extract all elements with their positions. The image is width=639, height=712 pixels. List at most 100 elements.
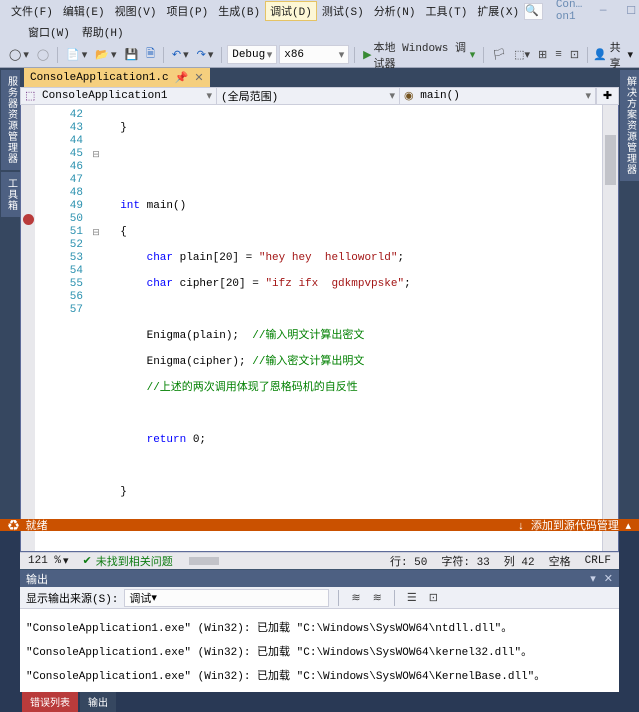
output-toolbar: 显示输出来源(S): 调试▾ ≋ ≋ ☰ ⊡ — [20, 587, 619, 609]
menu-analyze[interactable]: 分析(N) — [369, 1, 421, 21]
chevron-down-icon: ▾ — [339, 48, 345, 62]
line-indicator: 行: 50 — [390, 553, 427, 569]
nav-bar: ⬚ ConsoleApplication1▾ (全局范围)▾ ◉ main()▾… — [20, 87, 619, 105]
menu-window[interactable]: 窗口(W) — [22, 22, 76, 42]
output-source-select[interactable]: 调试▾ — [124, 589, 329, 607]
chevron-down-icon: ▾ — [389, 89, 395, 103]
tb-icon-4[interactable]: ≡ — [552, 47, 565, 63]
nav-scope-label: (全局范围) — [221, 88, 278, 104]
out-goto-button[interactable]: ⊡ — [426, 589, 441, 607]
output-source-label: 显示输出来源(S): — [26, 590, 118, 606]
menubar-row2: 窗口(W) 帮助(H) — [0, 22, 639, 42]
nav-project-label: ConsoleApplication1 — [42, 90, 167, 102]
config-select[interactable]: Debug▾ — [227, 45, 277, 64]
col-indicator: 字符: 33 — [441, 553, 489, 569]
config-value: Debug — [232, 49, 265, 61]
pin-icon[interactable]: 📌 — [175, 71, 189, 85]
out-clear-button[interactable]: ≋ — [348, 589, 363, 607]
file-tab[interactable]: ConsoleApplication1.c 📌 ✕ — [24, 68, 210, 87]
out-wrap-button[interactable]: ☰ — [404, 589, 420, 607]
menubar: 文件(F) 编辑(E) 视图(V) 项目(P) 生成(B) 调试(D) 测试(S… — [0, 0, 639, 22]
breakpoint-margin[interactable] — [21, 105, 35, 551]
output-tab[interactable]: 输出 — [80, 692, 116, 712]
search-box[interactable]: 🔍 — [524, 3, 543, 20]
platform-select[interactable]: x86 ▾ — [279, 45, 349, 64]
save-all-button[interactable]: 🗎 — [143, 43, 158, 66]
toolbox-tab[interactable]: 工具箱 — [1, 172, 20, 217]
chevron-down-icon: ▾ — [267, 48, 273, 62]
platform-value: x86 — [284, 49, 304, 61]
output-title-label: 输出 — [26, 571, 48, 587]
spaces-indicator[interactable]: 空格 — [549, 553, 571, 569]
menu-project[interactable]: 项目(P) — [161, 1, 213, 21]
menu-file[interactable]: 文件(F) — [6, 1, 58, 21]
panel-dropdown-icon[interactable]: ▾ — [590, 572, 596, 586]
menu-debug[interactable]: 调试(D) — [265, 1, 317, 21]
panel-close-icon[interactable]: ✕ — [604, 572, 613, 586]
error-list-tab[interactable]: 错误列表 — [22, 692, 78, 712]
zoom-control[interactable]: 121 % ▾ — [28, 554, 69, 568]
bottom-tabs: 错误列表 输出 — [20, 692, 619, 712]
output-source-value: 调试 — [129, 590, 151, 606]
nav-project[interactable]: ⬚ ConsoleApplication1▾ — [21, 88, 217, 104]
menu-edit[interactable]: 编辑(E) — [58, 1, 110, 21]
scroll-thumb[interactable] — [605, 135, 616, 185]
run-label: 本地 Windows 调试器 — [374, 39, 468, 71]
horizontal-scrollbar[interactable] — [189, 557, 219, 565]
new-project-button[interactable]: 📄▾ — [63, 46, 90, 64]
nav-back-button[interactable]: ◯▾ — [6, 46, 32, 64]
tb-icon-2[interactable]: ⬚▾ — [511, 46, 533, 64]
out-toggle-button[interactable]: ≋ — [370, 589, 385, 607]
quick-launch[interactable]: Con…on1 — [549, 0, 589, 26]
editor-statusbar: 121 % ▾ ✔ 未找到相关问题 行: 50 字符: 33 列 42 空格 C… — [20, 552, 619, 569]
chevron-down-icon: ▾ — [585, 89, 591, 103]
open-button[interactable]: 📂▾ — [92, 46, 119, 64]
nav-fwd-button[interactable]: ◯ — [34, 46, 52, 64]
nav-add-button[interactable]: ✚ — [596, 88, 618, 104]
nav-func[interactable]: ◉ main()▾ — [400, 88, 596, 104]
tb-icon-5[interactable]: ⊡ — [567, 46, 582, 64]
save-button[interactable]: 💾 — [121, 46, 141, 64]
nav-scope[interactable]: (全局范围) ▾ — [217, 88, 400, 104]
file-tab-label: ConsoleApplication1.c — [30, 72, 169, 84]
menu-extensions[interactable]: 扩展(X) — [472, 1, 524, 21]
fold-margin[interactable]: ⊟⊟ — [89, 105, 103, 551]
left-tool-strip: 服务器资源管理器 工具箱 — [0, 68, 20, 519]
menu-tools[interactable]: 工具(T) — [421, 1, 473, 21]
tb-icon-1[interactable]: 🏳 — [489, 46, 509, 64]
nav-func-label: main() — [420, 90, 460, 102]
main-toolbar: ◯▾ ◯ 📄▾ 📂▾ 💾 🗎 ↶▾ ↷▾ Debug▾ x86▾ ▶ 本地 Wi… — [0, 42, 639, 68]
search-icon: 🔍 — [525, 4, 539, 18]
right-tool-strip: 解决方案资源管理器 — [619, 68, 639, 519]
issues-indicator[interactable]: ✔ 未找到相关问题 — [83, 553, 173, 569]
window-buttons: — ☐ ✕ — [589, 2, 639, 20]
crlf-indicator[interactable]: CRLF — [585, 555, 611, 567]
output-text[interactable]: "ConsoleApplication1.exe" (Win32): 已加载 "… — [20, 609, 619, 692]
tab-close-icon[interactable]: ✕ — [194, 71, 203, 85]
menu-build[interactable]: 生成(B) — [213, 1, 265, 21]
vertical-scrollbar[interactable] — [602, 105, 618, 551]
output-panel: 输出 ▾✕ 显示输出来源(S): 调试▾ ≋ ≋ ☰ ⊡ "ConsoleApp… — [20, 569, 619, 712]
central-area: 服务器资源管理器 工具箱 ConsoleApplication1.c 📌 ✕ ⬚… — [0, 68, 639, 519]
chevron-down-icon: ▾ — [206, 89, 212, 103]
live-share-button[interactable]: 👤 共享 ▾ — [593, 39, 633, 71]
status-bar: ♻ 就绪 ↓ 添加到源代码管理 ▴ — [0, 519, 639, 531]
code-editor[interactable]: 42434445464748495051525354555657 ⊟⊟ } in… — [20, 105, 619, 552]
breakpoint-glyph[interactable] — [21, 213, 35, 226]
code-body[interactable]: } int main() { char plain[20] = "hey hey… — [103, 105, 602, 551]
tb-icon-3[interactable]: ⊞ — [535, 46, 550, 64]
undo-button[interactable]: ↶▾ — [169, 46, 192, 64]
redo-button[interactable]: ↷▾ — [194, 46, 217, 64]
maximize-button[interactable]: ☐ — [617, 2, 639, 20]
menu-test[interactable]: 测试(S) — [317, 1, 369, 21]
menu-help[interactable]: 帮助(H) — [76, 22, 130, 42]
output-titlebar[interactable]: 输出 ▾ ✕ — [20, 570, 619, 587]
solution-explorer-tab[interactable]: 解决方案资源管理器 — [620, 70, 639, 181]
chevron-down-icon: ▾ — [151, 591, 157, 605]
minimize-button[interactable]: — — [589, 2, 617, 20]
menu-view[interactable]: 视图(V) — [110, 1, 162, 21]
server-explorer-tab[interactable]: 服务器资源管理器 — [1, 70, 20, 170]
document-tabs: ConsoleApplication1.c 📌 ✕ — [20, 68, 619, 87]
line-numbers: 42434445464748495051525354555657 — [35, 105, 89, 551]
char-indicator: 列 42 — [504, 553, 535, 569]
